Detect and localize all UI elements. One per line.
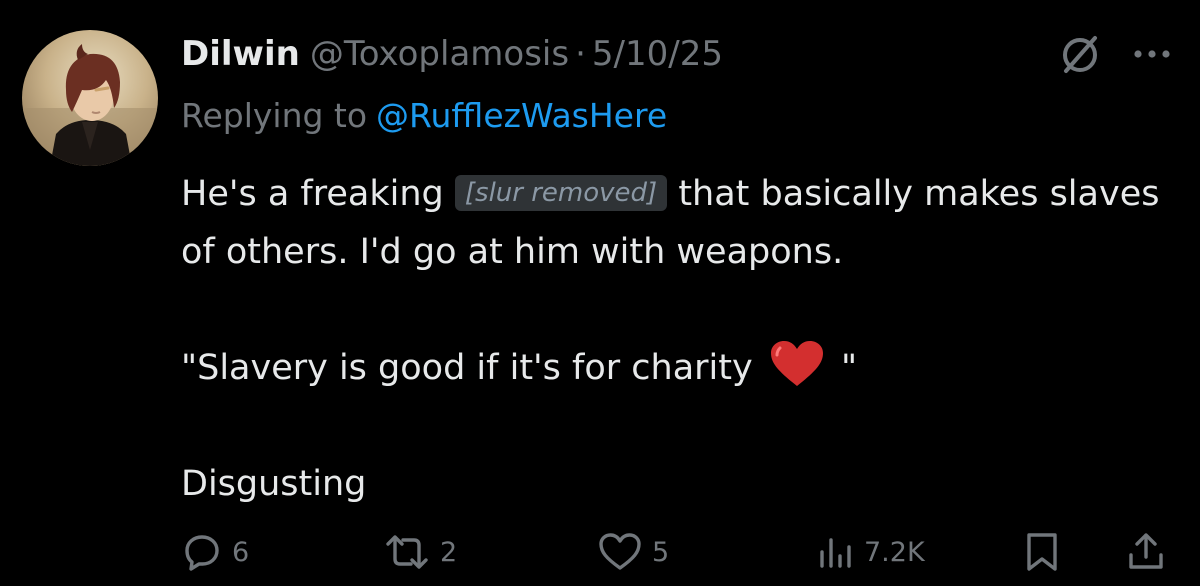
redacted-slur: [slur removed] — [454, 175, 668, 211]
retweet-button[interactable]: 2 — [384, 524, 457, 580]
tweet-text: He's a freaking [slur removed] that basi… — [181, 165, 1171, 513]
views-chart-icon — [820, 538, 851, 568]
avatar-image — [22, 30, 158, 166]
tweet-closing: Disgusting — [181, 464, 367, 504]
tweet-text-segment: He's a freaking — [181, 174, 444, 214]
slashed-circle-icon[interactable] — [1055, 30, 1105, 80]
tweet-header: Dilwin @Toxoplamosis · 5/10/25 — [181, 28, 723, 80]
tweet-quote: "Slavery is good if it's for charity " — [181, 339, 1171, 397]
tweet-date[interactable]: 5/10/25 — [592, 34, 723, 74]
replying-to: Replying to @RufflezWasHere — [181, 90, 667, 140]
tweet-quote-text: "Slavery is good if it's for charity — [181, 348, 753, 388]
bookmark-icon — [1027, 533, 1057, 571]
header-separator: · — [575, 34, 586, 74]
like-button[interactable]: 5 — [598, 524, 669, 580]
views-count: 7.2K — [864, 536, 925, 568]
heart-icon — [599, 533, 641, 570]
author-handle[interactable]: @Toxoplamosis — [310, 34, 569, 74]
retweet-count: 2 — [440, 536, 458, 568]
more-options-icon[interactable] — [1128, 30, 1176, 78]
bookmark-button[interactable] — [1024, 524, 1060, 580]
share-button[interactable] — [1126, 524, 1166, 580]
reply-count: 6 — [232, 536, 250, 568]
reply-icon — [185, 535, 219, 571]
action-bar: 6 2 5 7.2K — [0, 524, 1200, 580]
red-heart-emoji-icon — [768, 339, 826, 389]
views-button[interactable]: 7.2K — [818, 524, 925, 580]
share-icon — [1129, 533, 1163, 569]
reply-button[interactable]: 6 — [182, 524, 249, 580]
replying-to-label: Replying to — [181, 95, 368, 135]
tweet-quote-close: " — [841, 348, 858, 388]
replying-to-handle[interactable]: @RufflezWasHere — [376, 96, 667, 135]
like-count: 5 — [652, 536, 670, 568]
tweet-paragraph: He's a freaking [slur removed] that basi… — [181, 165, 1171, 281]
tweet[interactable]: Dilwin @Toxoplamosis · 5/10/25 Replying … — [0, 0, 1200, 586]
author-display-name[interactable]: Dilwin — [181, 34, 300, 74]
avatar[interactable] — [22, 30, 158, 166]
retweet-icon — [386, 535, 428, 569]
